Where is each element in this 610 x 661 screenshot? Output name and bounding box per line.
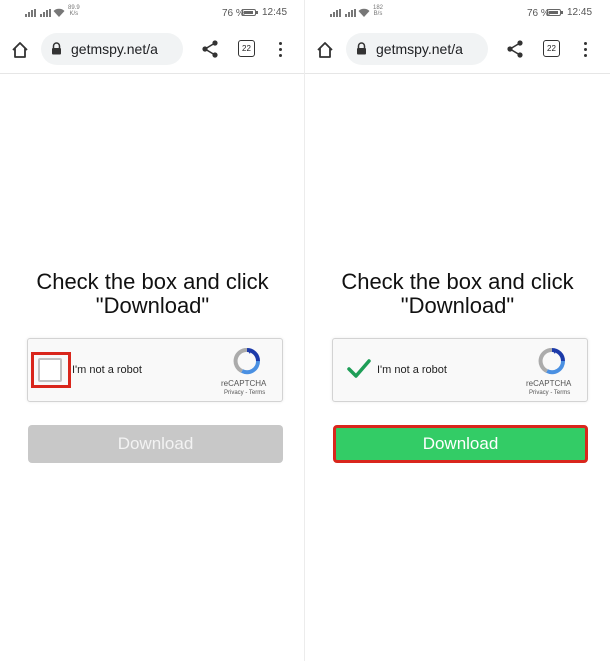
recaptcha-widget: I'm not a robot reCAPTCHA Privacy - Term… [332, 338, 588, 402]
heading-line-1: Check the box and click [36, 269, 269, 294]
captcha-label: I'm not a robot [377, 364, 447, 376]
checkmark-icon[interactable] [346, 358, 372, 380]
home-icon[interactable] [315, 40, 335, 60]
signal-icon [330, 9, 341, 17]
signal-icon-2 [345, 9, 356, 17]
signal-icon [25, 9, 36, 17]
heading-line-1: Check the box and click [341, 269, 574, 294]
network-speed: 89.9 K/s [68, 5, 80, 17]
recaptcha-logo-icon [538, 348, 566, 375]
captcha-privacy-terms[interactable]: Privacy - Terms [529, 390, 570, 396]
share-icon[interactable] [201, 39, 219, 59]
recaptcha-logo-icon [233, 348, 261, 375]
captcha-brand: reCAPTCHA [221, 379, 267, 388]
status-bar: 89.9 K/s 76 % 12:45 [0, 0, 305, 28]
network-speed: 182 B/s [373, 5, 383, 17]
signal-icon-2 [40, 9, 51, 17]
page-heading: Check the box and click "Download" [0, 270, 305, 318]
download-button-disabled[interactable]: Download [28, 425, 283, 463]
download-button[interactable]: Download [333, 425, 588, 463]
panel-after: 182 B/s 76 % 12:45 getmspy.net/a 22 Chec… [305, 0, 610, 661]
captcha-brand: reCAPTCHA [526, 379, 572, 388]
more-vert-icon[interactable] [577, 40, 593, 60]
battery-icon [242, 9, 258, 16]
url-text: getmspy.net/a [71, 41, 158, 57]
lock-icon [357, 42, 366, 55]
heading-line-2: "Download" [95, 293, 210, 318]
recaptcha-widget: I'm not a robot reCAPTCHA Privacy - Term… [27, 338, 283, 402]
address-bar[interactable]: getmspy.net/a [41, 33, 183, 65]
tabs-icon[interactable]: 22 [543, 40, 560, 57]
lock-icon [52, 42, 61, 55]
tabs-icon[interactable]: 22 [238, 40, 255, 57]
network-speed-unit: K/s [69, 11, 79, 17]
wifi-icon [53, 8, 65, 17]
captcha-checkbox[interactable] [38, 358, 62, 382]
url-text: getmspy.net/a [376, 41, 463, 57]
captcha-privacy-terms[interactable]: Privacy - Terms [224, 390, 265, 396]
battery-icon [547, 9, 563, 16]
network-speed-unit: B/s [373, 11, 383, 17]
browser-toolbar: getmspy.net/a 22 [305, 28, 610, 74]
panel-before: 89.9 K/s 76 % 12:45 getmspy.net/a 22 Che… [0, 0, 305, 661]
page-heading: Check the box and click "Download" [305, 270, 610, 318]
browser-toolbar: getmspy.net/a 22 [0, 28, 305, 74]
status-bar: 182 B/s 76 % 12:45 [305, 0, 610, 28]
home-icon[interactable] [10, 40, 30, 60]
wifi-icon [358, 8, 370, 17]
more-vert-icon[interactable] [272, 40, 288, 60]
status-time: 12:45 [262, 7, 288, 18]
address-bar[interactable]: getmspy.net/a [346, 33, 488, 65]
heading-line-2: "Download" [400, 293, 515, 318]
captcha-label: I'm not a robot [72, 364, 142, 376]
status-time: 12:45 [567, 7, 593, 18]
share-icon[interactable] [506, 39, 524, 59]
